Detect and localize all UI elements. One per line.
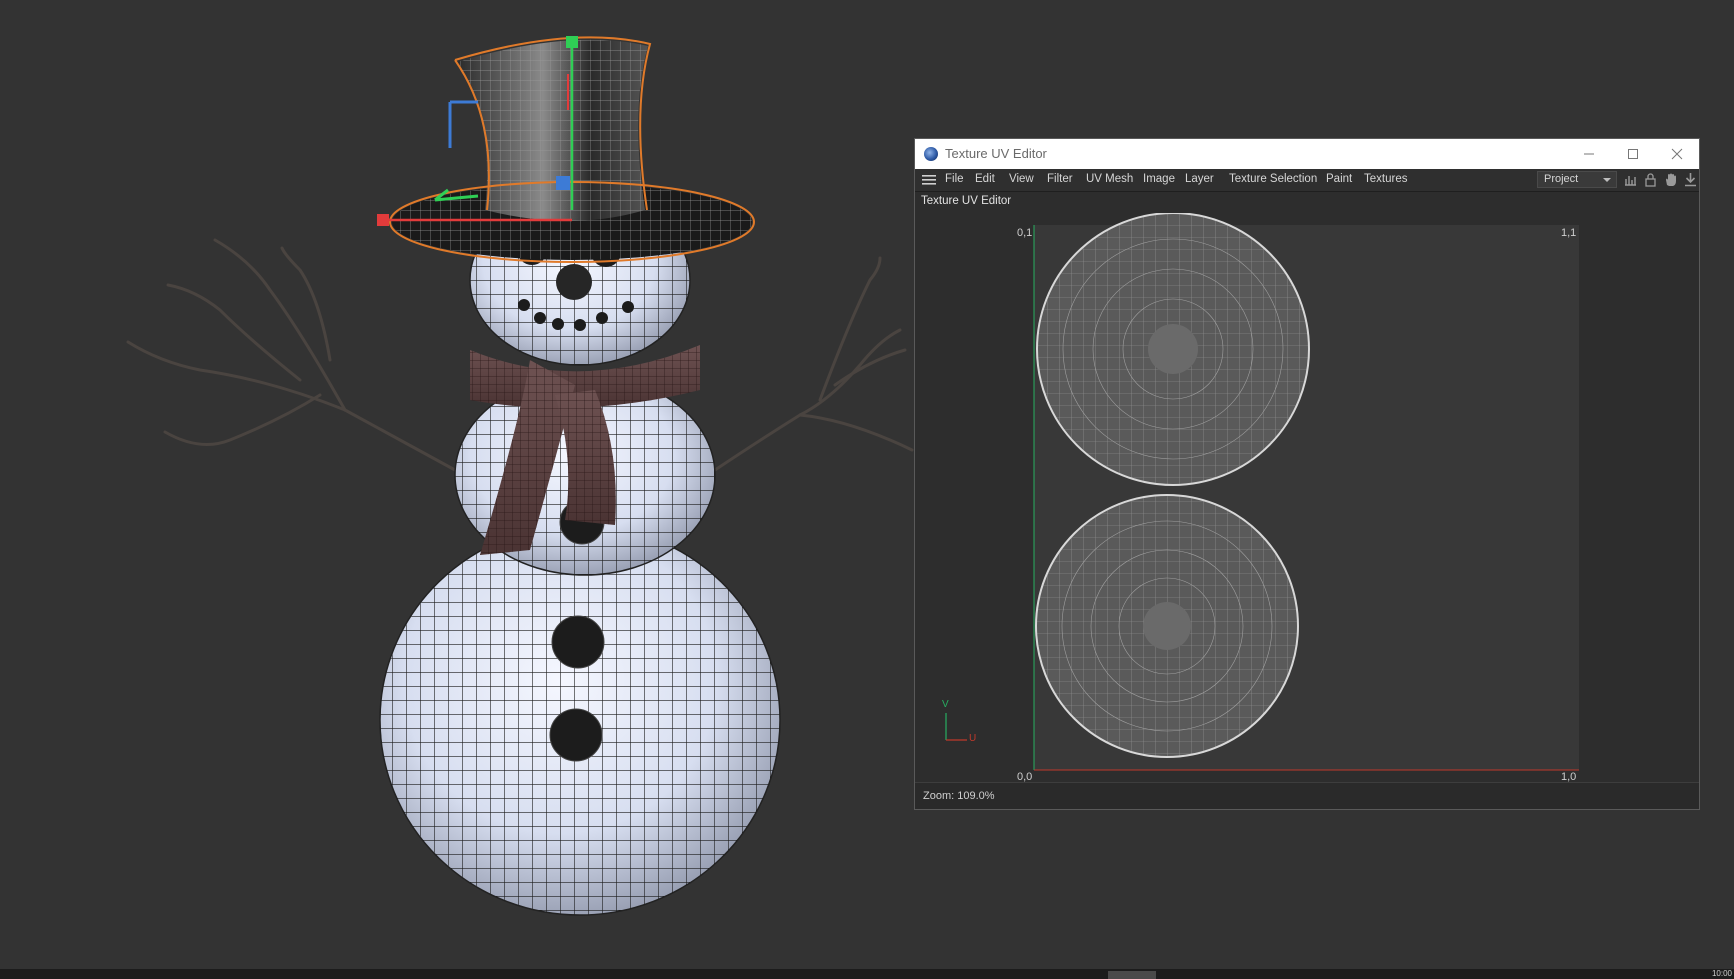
texture-uv-editor-window[interactable]: Texture UV Editor File Edit View Filter … — [914, 138, 1700, 810]
chevron-down-icon — [1603, 178, 1611, 182]
project-select[interactable]: Project — [1537, 171, 1617, 188]
coal-button-2 — [549, 708, 603, 762]
menu-bar: File Edit View Filter UV Mesh Image Laye… — [915, 169, 1699, 192]
menu-image[interactable]: Image — [1143, 173, 1175, 185]
window-titlebar[interactable]: Texture UV Editor — [915, 139, 1699, 169]
minimize-icon — [1584, 153, 1594, 155]
left-arm-branch — [126, 238, 457, 472]
hamburger-menu-icon[interactable] — [922, 173, 936, 187]
menu-texture-selection[interactable]: Texture Selection — [1229, 173, 1317, 185]
scrollbar-thumb[interactable] — [1108, 971, 1156, 979]
project-select-value: Project — [1544, 173, 1579, 185]
menu-filter[interactable]: Filter — [1047, 173, 1073, 185]
menu-textures[interactable]: Textures — [1364, 173, 1407, 185]
status-bar: Zoom: 109.0% — [915, 782, 1699, 809]
hand-icon[interactable] — [1663, 172, 1678, 187]
download-icon[interactable] — [1683, 172, 1698, 187]
maximize-icon — [1628, 149, 1638, 159]
right-arm-branch — [713, 256, 914, 472]
maximize-button[interactable] — [1611, 139, 1655, 169]
close-icon — [1671, 148, 1683, 160]
menu-uv-mesh[interactable]: UV Mesh — [1086, 173, 1133, 185]
menu-edit[interactable]: Edit — [975, 173, 995, 185]
uv-canvas[interactable]: 0,1 1,1 0,0 1,0 V U — [915, 212, 1699, 783]
taskbar: 10:00 — [0, 969, 1734, 979]
uv-label-1-1: 1,1 — [1561, 227, 1577, 239]
lock-icon[interactable] — [1643, 172, 1658, 187]
uv-island-bottom[interactable] — [1035, 494, 1299, 758]
menu-layer[interactable]: Layer — [1185, 173, 1214, 185]
zoom-level: Zoom: 109.0% — [923, 790, 995, 802]
uv-v-axis-label: V — [942, 699, 949, 710]
window-title: Texture UV Editor — [945, 146, 1047, 161]
nose — [556, 264, 592, 300]
menu-view[interactable]: View — [1009, 173, 1034, 185]
coal-button-1 — [551, 615, 605, 669]
uv-island-top[interactable] — [1036, 212, 1310, 486]
menu-file[interactable]: File — [945, 173, 964, 185]
menu-paint[interactable]: Paint — [1326, 173, 1352, 185]
minimize-button[interactable] — [1567, 139, 1611, 169]
close-button[interactable] — [1655, 139, 1699, 169]
taskbar-clock: 10:00 — [1711, 969, 1732, 978]
uv-label-0-1: 0,1 — [1017, 227, 1033, 239]
panel-title: Texture UV Editor — [921, 195, 1012, 207]
uv-axis-indicator — [945, 713, 967, 741]
cinema4d-logo-icon — [924, 147, 938, 161]
uv-u-axis-label: U — [969, 733, 977, 744]
histogram-icon[interactable] — [1623, 172, 1638, 187]
